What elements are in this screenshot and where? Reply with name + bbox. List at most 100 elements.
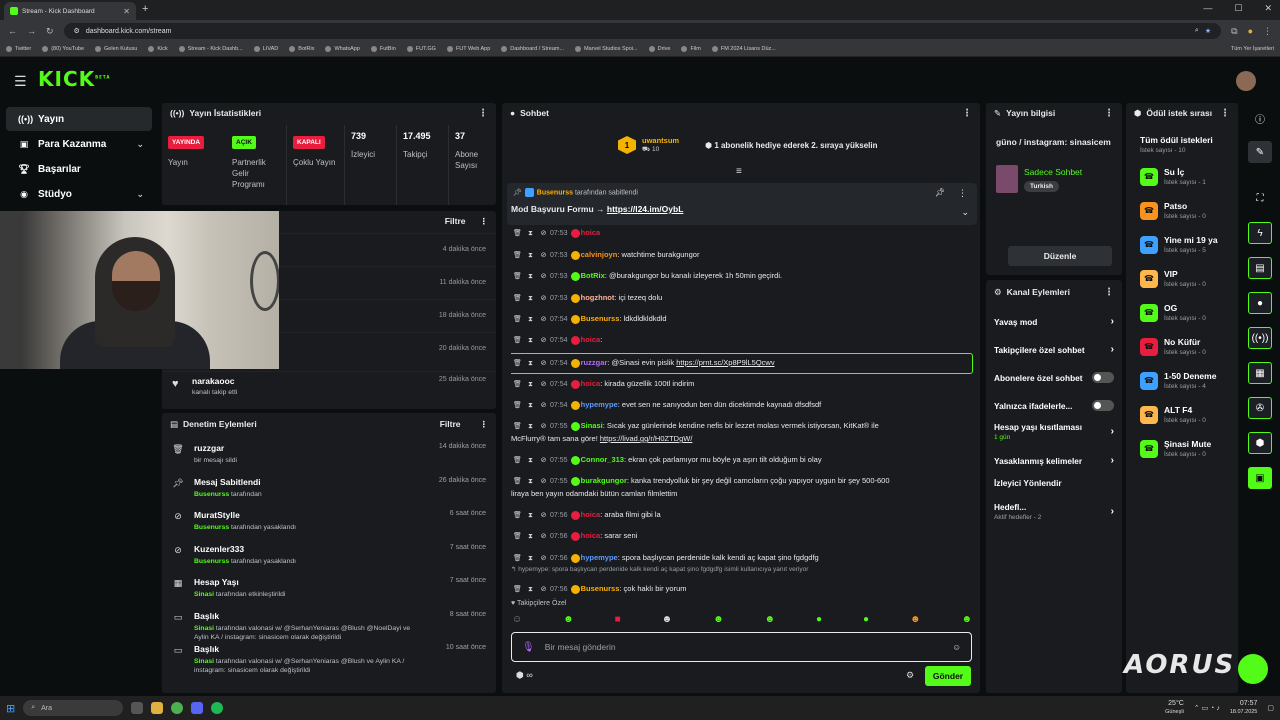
extensions-icon[interactable]: ⧉ bbox=[1231, 26, 1237, 37]
message-username[interactable]: hoica bbox=[581, 510, 601, 519]
zoom-icon[interactable]: ⌕ bbox=[1195, 27, 1199, 35]
lightning-icon[interactable]: ϟ bbox=[1248, 222, 1272, 244]
bookmark-item[interactable]: Gelen Kutusu bbox=[95, 46, 137, 52]
delete-message-icon[interactable]: 🗑︎ bbox=[511, 250, 524, 262]
all-bookmarks[interactable]: Tüm Yer İşaretleri bbox=[1231, 46, 1274, 52]
all-rewards[interactable]: Tüm ödül istekleri İstek sayısı - 10 bbox=[1140, 135, 1213, 154]
bookmark-item[interactable]: FM 2024 Lisans Düz... bbox=[711, 46, 776, 52]
reward-item[interactable]: ☎ OG İstek sayısı - 0 bbox=[1140, 303, 1206, 322]
ban-user-icon[interactable]: ⊘ bbox=[537, 250, 550, 262]
mod-action-row[interactable]: 🗑︎ ruzzgar bir mesajı sildi 14 dakika önce bbox=[162, 439, 496, 472]
message-username[interactable]: Busenurss bbox=[581, 584, 620, 593]
delete-message-icon[interactable]: 🗑︎ bbox=[511, 228, 524, 240]
bookmark-item[interactable]: LIVAD bbox=[253, 46, 278, 52]
browser-tab[interactable]: Stream - Kick Dashboard ✕ bbox=[4, 2, 136, 20]
timeout-icon[interactable]: ⧗ bbox=[524, 228, 537, 240]
tray-icons[interactable]: ⌃ ▭ ◔ ♪ bbox=[1194, 704, 1220, 712]
delete-message-icon[interactable]: 🗑︎ bbox=[511, 510, 524, 522]
channel-action-row[interactable]: Yavaş mod › bbox=[986, 316, 1122, 327]
message-username[interactable]: BotRix bbox=[581, 271, 605, 280]
gift-user[interactable]: uwantsum bbox=[642, 136, 679, 145]
ban-user-icon[interactable]: ⊘ bbox=[537, 379, 550, 391]
ban-user-icon[interactable]: ⊘ bbox=[537, 531, 550, 543]
close-tab-icon[interactable]: ✕ bbox=[123, 7, 130, 16]
delete-message-icon[interactable]: 🗑︎ bbox=[511, 379, 524, 391]
delete-message-icon[interactable]: 🗑︎ bbox=[511, 421, 524, 433]
app-icon[interactable]: ▣ bbox=[1248, 467, 1272, 489]
kick-logo[interactable]: KICKBETA bbox=[38, 67, 110, 91]
microphone-icon[interactable]: 🎙︎ bbox=[522, 642, 535, 653]
bookmark-item[interactable]: Film bbox=[681, 46, 701, 52]
bookmark-item[interactable]: Dashboard / Stream... bbox=[501, 46, 564, 52]
delete-message-icon[interactable]: 🗑︎ bbox=[511, 293, 524, 305]
reward-item[interactable]: ☎ ALT F4 İstek sayısı - 0 bbox=[1140, 405, 1206, 424]
timeout-icon[interactable]: ⧗ bbox=[524, 553, 537, 565]
filter-button[interactable]: Filtre bbox=[440, 419, 461, 429]
maximize-icon[interactable]: ☐ bbox=[1234, 3, 1242, 14]
mod-action-row[interactable]: 📌︎ Mesaj Sabitlendi Busenurss tarafından 26… bbox=[162, 473, 496, 506]
collapse-icon[interactable]: ≡ bbox=[736, 166, 742, 177]
site-info-icon[interactable]: ⚙ bbox=[74, 27, 80, 35]
timeout-icon[interactable]: ⧗ bbox=[524, 510, 537, 522]
pinned-by[interactable]: Busenurss bbox=[537, 189, 573, 196]
message-username[interactable]: hogzhnot bbox=[581, 293, 615, 302]
ban-user-icon[interactable]: ⊘ bbox=[537, 293, 550, 305]
ban-user-icon[interactable]: ⊘ bbox=[537, 455, 550, 467]
emote-icon[interactable]: ☻ bbox=[961, 614, 972, 625]
delete-message-icon[interactable]: 🗑︎ bbox=[511, 584, 524, 594]
ban-user-icon[interactable]: ⊘ bbox=[537, 421, 550, 433]
unpin-icon[interactable]: 📌︎ bbox=[935, 188, 945, 197]
file-explorer-icon[interactable] bbox=[151, 702, 164, 714]
reward-item[interactable]: ☎ Şinasi Mute İstek sayısı - 0 bbox=[1140, 439, 1211, 458]
ban-user-icon[interactable]: ⊘ bbox=[537, 510, 550, 522]
mod-actor[interactable]: Sinasi bbox=[194, 625, 214, 632]
chrome-icon[interactable] bbox=[171, 702, 184, 714]
more-options-icon[interactable]: ⋮ bbox=[958, 188, 967, 199]
points-icon[interactable]: ⬢ ∞ bbox=[516, 670, 533, 681]
reward-item[interactable]: ☎ No Küfür İstek sayısı - 0 bbox=[1140, 337, 1206, 356]
delete-message-icon[interactable]: 🗑︎ bbox=[511, 271, 524, 283]
broadcast-icon[interactable]: ((•)) bbox=[1248, 327, 1272, 349]
ban-user-icon[interactable]: ⊘ bbox=[537, 314, 550, 326]
emote-icon[interactable]: ☻ bbox=[662, 614, 673, 625]
channel-action-row[interactable]: İzleyici Yönlendir bbox=[986, 478, 1122, 488]
chat-input[interactable]: 🎙︎ Bir mesaj gönderin ☺ bbox=[511, 632, 972, 662]
emote-icon[interactable]: ☻ bbox=[713, 614, 724, 625]
ban-user-icon[interactable]: ⊘ bbox=[537, 400, 550, 412]
browser-menu-icon[interactable]: ⋮ bbox=[1263, 26, 1272, 37]
message-username[interactable]: Connor_313 bbox=[581, 455, 624, 464]
chat-settings-icon[interactable]: ⚙ bbox=[906, 670, 914, 681]
message-username[interactable]: Sinasi bbox=[581, 421, 603, 430]
reward-item[interactable]: ☎ Patso İstek sayısı - 0 bbox=[1140, 201, 1206, 220]
ban-user-icon[interactable]: ⊘ bbox=[537, 476, 550, 488]
wrench-icon[interactable]: ✇ bbox=[1248, 397, 1272, 419]
message-username[interactable]: hypemype bbox=[581, 553, 618, 562]
delete-message-icon[interactable]: 🗑︎ bbox=[511, 314, 524, 326]
delete-message-icon[interactable]: 🗑︎ bbox=[511, 455, 524, 467]
close-window-icon[interactable]: ✕ bbox=[1264, 3, 1272, 14]
reload-icon[interactable]: ↻ bbox=[46, 26, 54, 37]
mod-actor[interactable]: Busenurss bbox=[194, 491, 229, 498]
emoji-picker-icon[interactable]: ☺ bbox=[952, 642, 961, 652]
timeout-icon[interactable]: ⧗ bbox=[524, 421, 537, 433]
bookmark-item[interactable]: BotRix bbox=[289, 46, 314, 52]
toggle-switch[interactable] bbox=[1092, 400, 1114, 411]
reward-item[interactable]: ☎ VIP İstek sayısı - 0 bbox=[1140, 269, 1206, 288]
channel-action-row[interactable]: Hesap yaşı kısıtlaması 1 gün › bbox=[986, 422, 1122, 441]
reward-item[interactable]: ☎ Yine mi 19 ya İstek sayısı - 5 bbox=[1140, 235, 1218, 254]
ban-user-icon[interactable]: ⊘ bbox=[537, 335, 550, 347]
back-icon[interactable]: ← bbox=[8, 26, 17, 36]
ban-user-icon[interactable]: ⊘ bbox=[537, 271, 550, 283]
reward-item[interactable]: ☎ Su İç İstek sayısı - 1 bbox=[1140, 167, 1206, 186]
chat-icon[interactable]: ● bbox=[1248, 292, 1272, 314]
discord-icon[interactable] bbox=[191, 702, 204, 714]
mod-actor[interactable]: Busenurss bbox=[194, 558, 229, 565]
hamburger-menu-icon[interactable]: ☰ bbox=[14, 73, 27, 90]
ban-user-icon[interactable]: ⊘ bbox=[537, 358, 550, 370]
message-username[interactable]: hypemype bbox=[581, 400, 618, 409]
channel-action-row[interactable]: Abonelere özel sohbet bbox=[986, 372, 1122, 383]
message-link[interactable]: https://prnt.sc/Xp8P9lL5Qcwv bbox=[676, 358, 774, 367]
bookmark-item[interactable]: FUT.GG bbox=[406, 46, 436, 52]
channel-action-row[interactable]: Hedefl... Aktif hedefler - 2 › bbox=[986, 502, 1122, 521]
message-username[interactable]: hoica bbox=[581, 335, 601, 344]
